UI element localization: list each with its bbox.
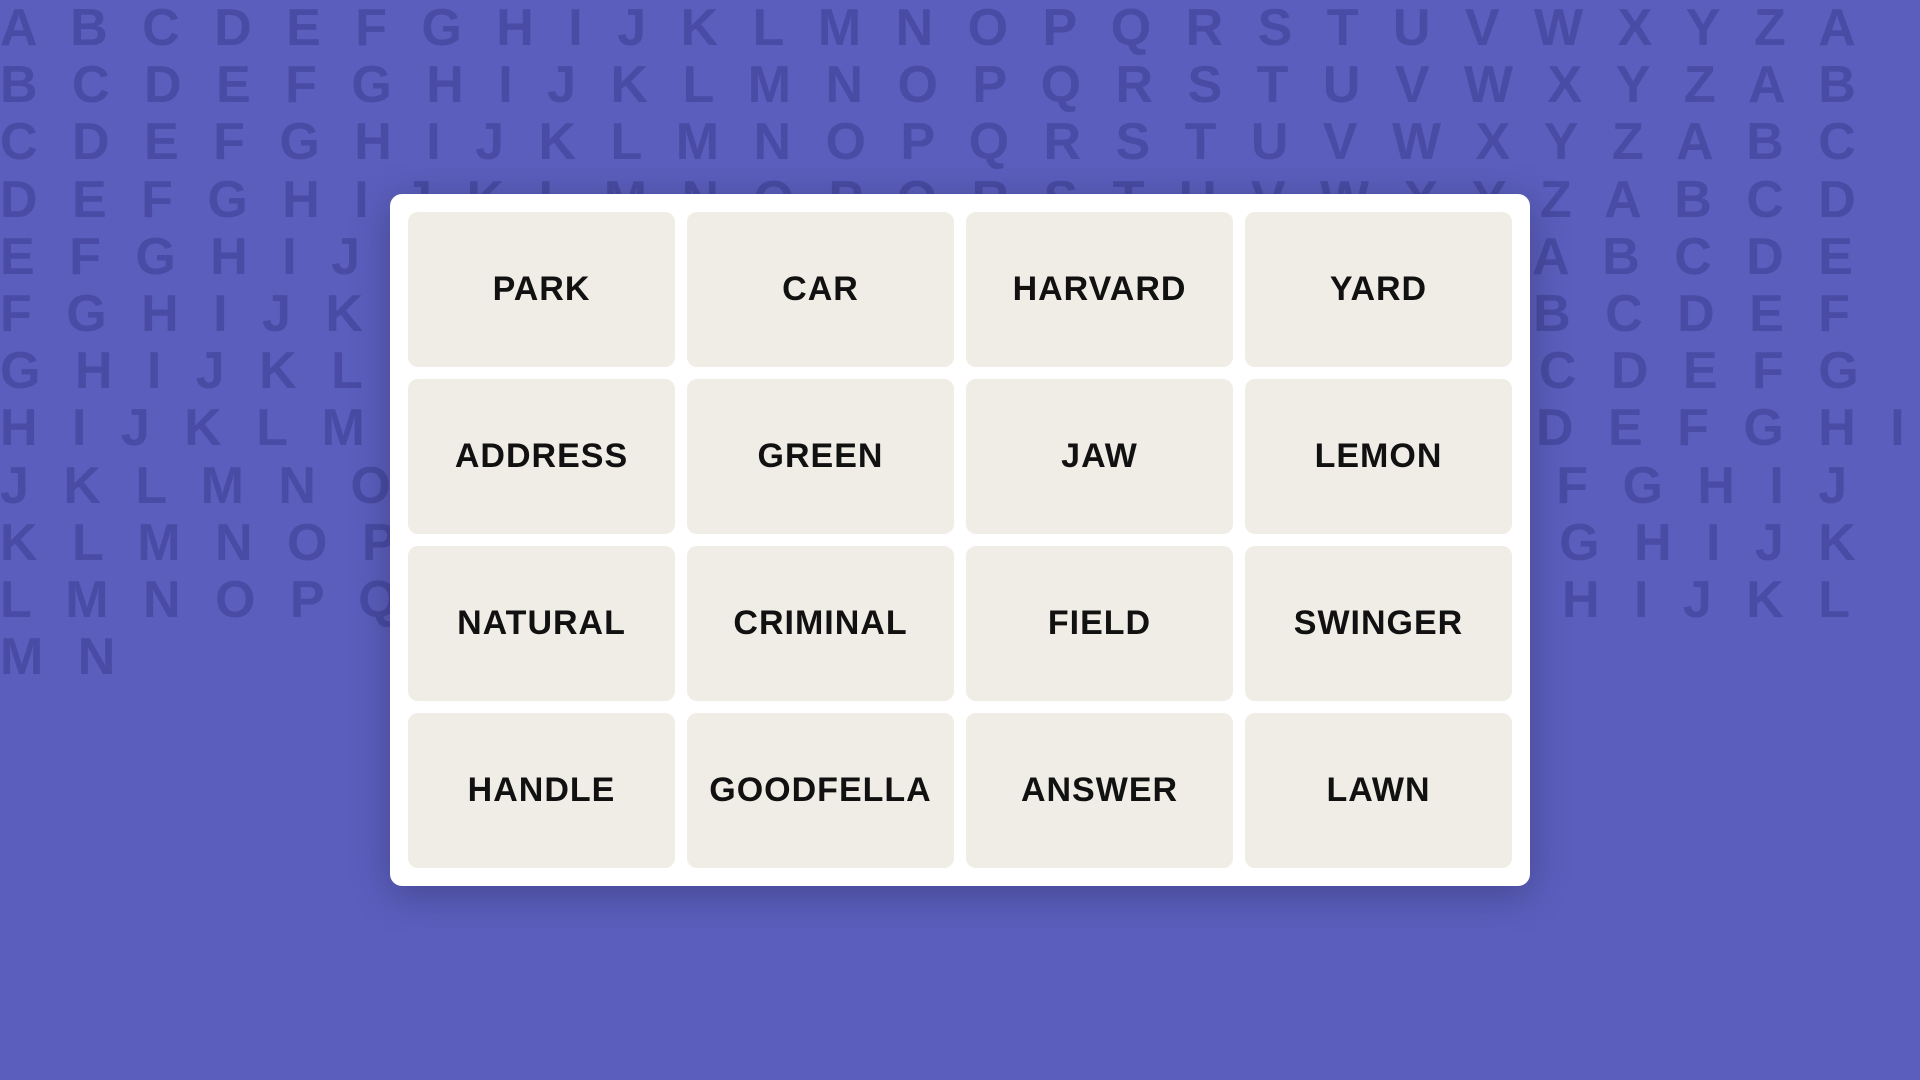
card-label-criminal: CRIMINAL	[733, 604, 907, 643]
card-label-harvard: HARVARD	[1013, 270, 1187, 309]
word-grid: PARK CAR HARVARD YARD ADDRESS GREEN JAW LEMON NA…	[408, 212, 1512, 868]
card-label-field: FIELD	[1048, 604, 1151, 643]
card-harvard[interactable]: HARVARD	[966, 212, 1233, 367]
card-label-jaw: JAW	[1061, 437, 1138, 476]
card-yard[interactable]: YARD	[1245, 212, 1512, 367]
card-label-lawn: LAWN	[1326, 771, 1430, 810]
card-goodfella[interactable]: GOODFELLA	[687, 713, 954, 868]
card-field[interactable]: FIELD	[966, 546, 1233, 701]
card-label-yard: YARD	[1330, 270, 1427, 309]
card-label-handle: HANDLE	[468, 771, 616, 810]
card-label-lemon: LEMON	[1315, 437, 1443, 476]
card-answer[interactable]: ANSWER	[966, 713, 1233, 868]
card-label-goodfella: GOODFELLA	[709, 771, 931, 810]
card-label-green: GREEN	[758, 437, 884, 476]
card-lawn[interactable]: LAWN	[1245, 713, 1512, 868]
card-label-natural: NATURAL	[457, 604, 626, 643]
card-car[interactable]: CAR	[687, 212, 954, 367]
card-natural[interactable]: NATURAL	[408, 546, 675, 701]
board-container: PARK CAR HARVARD YARD ADDRESS GREEN JAW LEMON NA…	[390, 194, 1530, 886]
card-label-address: ADDRESS	[455, 437, 628, 476]
card-lemon[interactable]: LEMON	[1245, 379, 1512, 534]
card-handle[interactable]: HANDLE	[408, 713, 675, 868]
card-label-swinger: SWINGER	[1294, 604, 1463, 643]
card-swinger[interactable]: SWINGER	[1245, 546, 1512, 701]
card-jaw[interactable]: JAW	[966, 379, 1233, 534]
card-label-park: PARK	[493, 270, 591, 309]
card-green[interactable]: GREEN	[687, 379, 954, 534]
card-label-car: CAR	[782, 270, 859, 309]
card-criminal[interactable]: CRIMINAL	[687, 546, 954, 701]
card-address[interactable]: ADDRESS	[408, 379, 675, 534]
card-label-answer: ANSWER	[1021, 771, 1178, 810]
card-park[interactable]: PARK	[408, 212, 675, 367]
